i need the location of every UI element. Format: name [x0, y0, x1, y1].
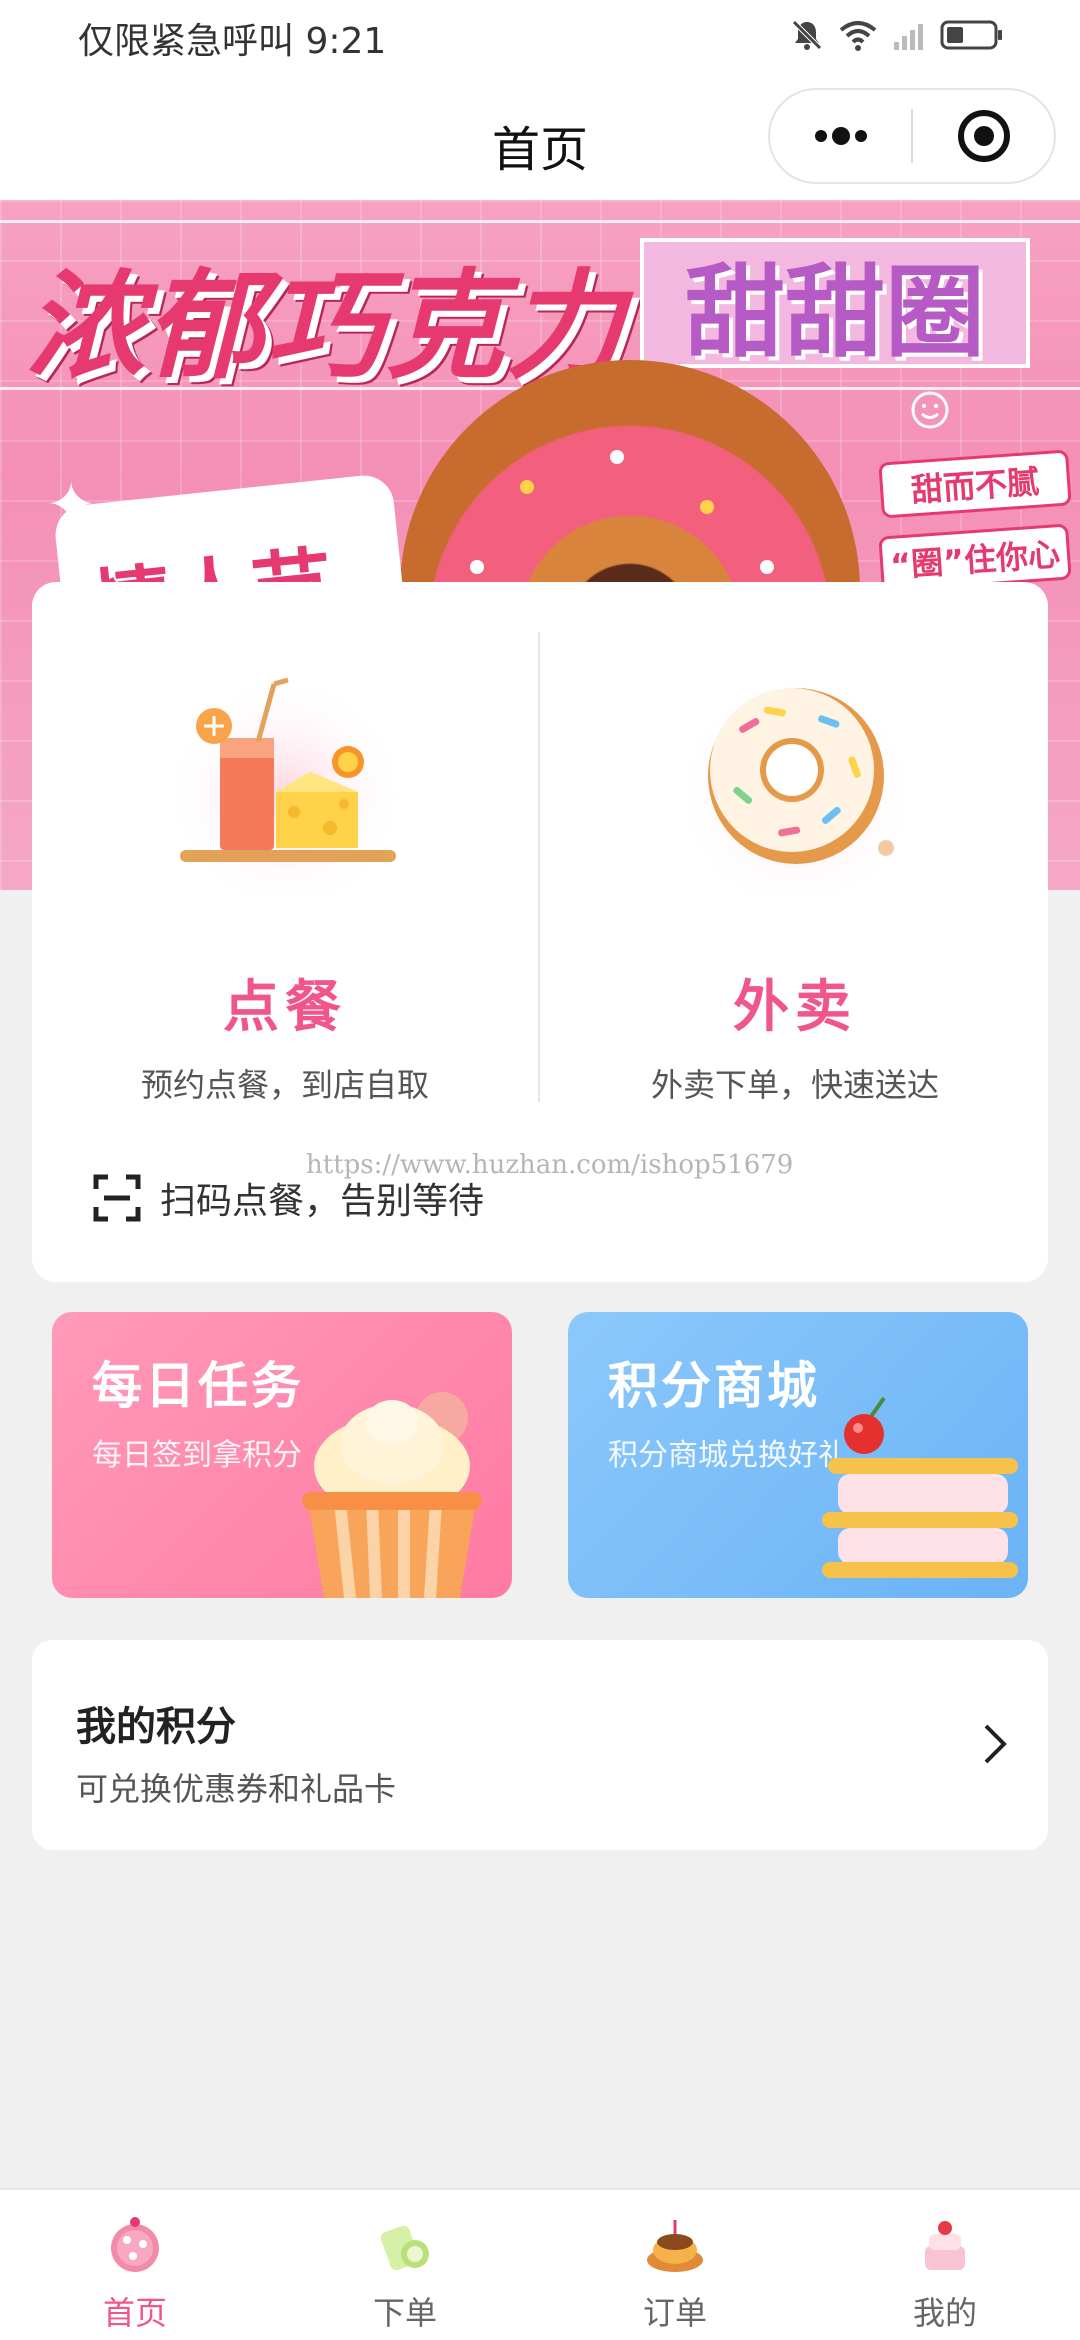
navbar: 首页 [0, 76, 1080, 200]
cake-icon [822, 1396, 1018, 1578]
close-target-icon [957, 110, 1010, 162]
signal-icon [894, 24, 923, 50]
banner-headline: 浓郁巧克力 [26, 257, 627, 395]
points-desc: 可兑换优惠券和礼品卡 [76, 1770, 397, 1808]
orders-icon [647, 2220, 703, 2272]
more-icon [814, 127, 867, 145]
battery-icon [940, 20, 1002, 50]
points-mall-tile[interactable]: 积分商城 积分商城兑换好礼 [568, 1312, 1028, 1598]
tab-home-label: 首页 [102, 2294, 167, 2332]
tab-orders-label: 订单 [642, 2294, 707, 2332]
card-divider [538, 632, 540, 1102]
dine-in-title: 点餐 [223, 975, 347, 1040]
order-icon [380, 2225, 429, 2271]
daily-task-tile[interactable]: 每日任务 每日签到拿积分 [52, 1312, 512, 1598]
delivery-option[interactable]: 外卖 外卖下单，快速送达 [542, 582, 1048, 1122]
tab-order[interactable]: 下单 [270, 2190, 540, 2340]
my-points-card[interactable]: 我的积分 可兑换优惠券和礼品卡 [32, 1640, 1048, 1850]
home-icon [111, 2217, 159, 2272]
watermark: https://www.huzhan.com/ishop51679 [306, 1150, 794, 1180]
tab-mine-label: 我的 [912, 2294, 977, 2332]
more-button[interactable] [770, 90, 911, 182]
chevron-right-icon [984, 1724, 1007, 1764]
delivery-desc: 外卖下单，快速送达 [650, 1066, 939, 1104]
dine-in-option[interactable]: 点餐 预约点餐，到店自取 [32, 582, 538, 1122]
sprinkle [520, 480, 534, 494]
donut-icon [676, 662, 916, 892]
tab-bar: 首页 下单 订单 我的 [0, 2188, 1080, 2340]
mini-program-capsule [768, 88, 1056, 184]
status-icons [790, 18, 1004, 52]
tab-mine[interactable]: 我的 [810, 2190, 1080, 2340]
sprinkle [760, 560, 774, 574]
sprinkle [610, 450, 624, 464]
points-mall-title: 积分商城 [608, 1357, 820, 1415]
scan-icon [93, 1174, 141, 1222]
drink-cheese-icon [166, 662, 406, 892]
tab-home[interactable]: 首页 [0, 2190, 270, 2340]
tab-order-label: 下单 [372, 2294, 437, 2332]
wifi-icon [839, 21, 877, 51]
dine-in-desc: 预约点餐，到店自取 [140, 1066, 429, 1104]
banner-tag-text: 甜甜圈 [685, 253, 985, 371]
status-text: 仅限紧急呼叫 9:21 [78, 21, 387, 62]
banner-tag: 甜甜圈 [640, 238, 1030, 371]
sprinkle [700, 500, 714, 514]
delivery-title: 外卖 [733, 975, 857, 1040]
smile-icon [911, 391, 949, 429]
daily-task-desc: 每日签到拿积分 [92, 1438, 302, 1473]
bell-muted-icon [792, 20, 822, 50]
daily-task-title: 每日任务 [92, 1357, 304, 1415]
mine-icon [925, 2221, 965, 2270]
points-title: 我的积分 [76, 1704, 236, 1750]
cupcake-icon [302, 1392, 482, 1598]
tab-orders[interactable]: 订单 [540, 2190, 810, 2340]
close-button[interactable] [913, 90, 1054, 182]
sprinkle [470, 560, 484, 574]
status-bar: 仅限紧急呼叫 9:21 [0, 0, 1080, 76]
